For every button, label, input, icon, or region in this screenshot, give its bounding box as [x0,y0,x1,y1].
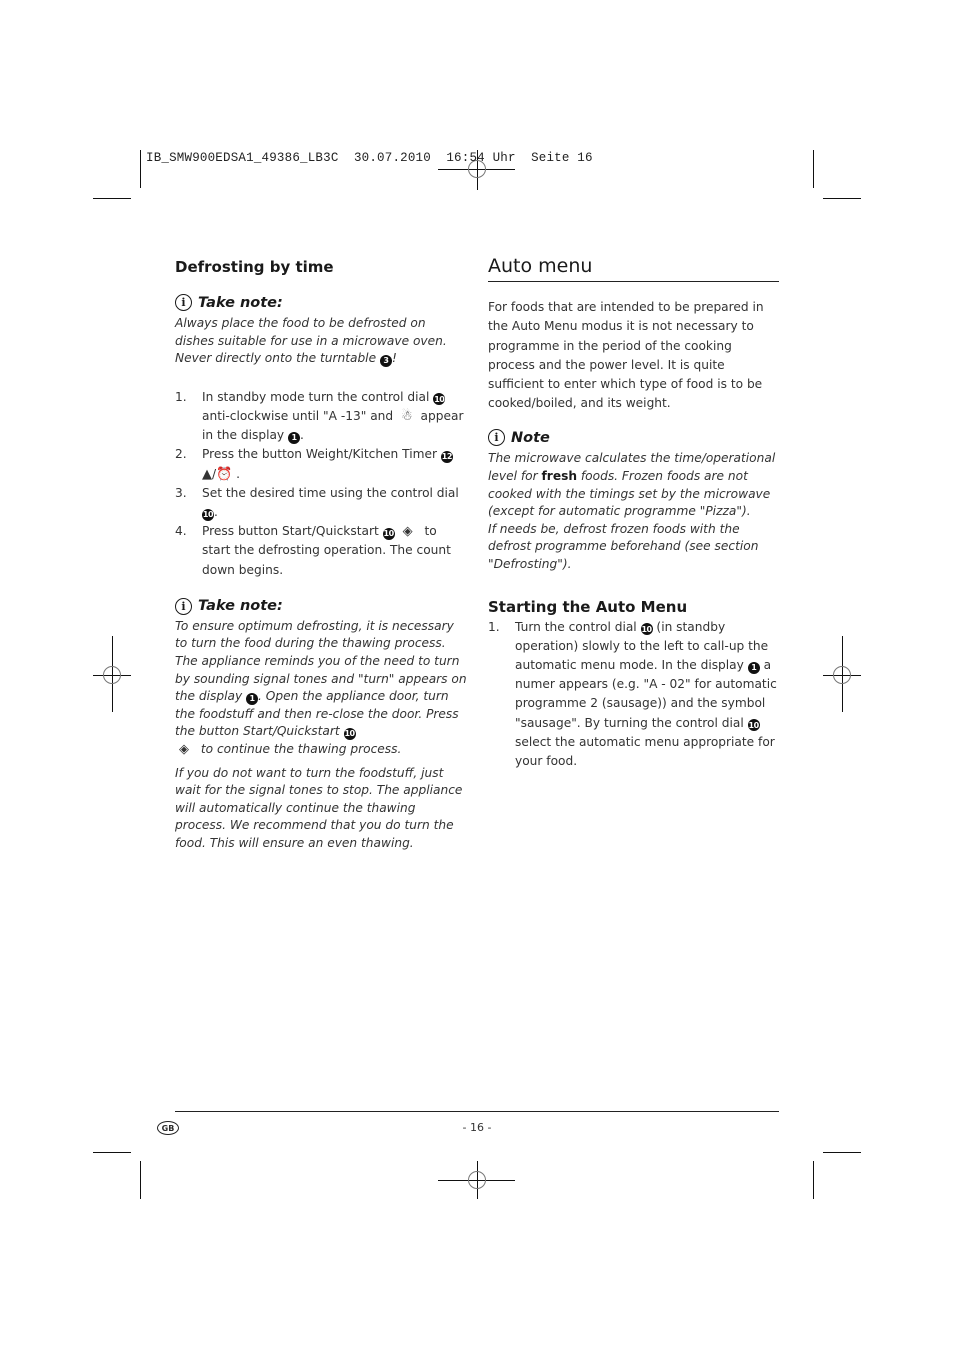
step-text: Set the desired time using the control d… [202,485,459,500]
callout-number: 1 [288,431,301,444]
step-number: 4. [175,524,187,539]
note-text-part: ! [391,351,397,366]
callout-number: 1 [747,661,760,674]
list-item: 1. Turn the control dial 10 (in standby … [488,618,779,772]
callout-number: 10 [433,393,446,406]
note-title: Take note: [198,294,283,311]
slug-date: 30.07.2010 [353,151,431,165]
note-text: If you do not want to turn the foodstuff… [175,765,463,850]
crop-mark [813,1161,814,1199]
info-icon: i [175,597,192,615]
step-text: Turn the control dial [515,619,641,634]
start-quickstart-icon: ◈ [402,524,413,540]
defrost-icon: ☃ [401,408,413,424]
emphasis-fresh: fresh [541,469,578,483]
note-text-part: to continue the thawing process. [197,741,402,756]
note-heading: i Take note: [175,294,467,311]
step-number: 1. [175,389,187,404]
list-item: 1. In standby mode turn the control dial… [175,388,467,446]
note-title: Take note: [198,598,283,615]
kitchen-timer-icon: ⏰ [216,466,233,482]
step-text: anti-clockwise until "A -13" and [202,408,398,423]
callout-number: 12 [440,450,453,463]
list-item: 2. Press the button Weight/Kitchen Timer… [175,445,467,483]
step-number: 2. [175,447,187,462]
callout-number: 10 [202,508,214,521]
registration-mark [103,666,121,684]
crop-mark [823,198,861,199]
callout-number: 3 [379,354,392,367]
crop-mark [140,150,141,188]
registration-mark [833,666,851,684]
crop-mark [813,150,814,188]
step-text: Press the button Weight/Kitchen Timer [202,447,441,462]
crop-mark [140,1161,141,1199]
slug-time: 16:54 Uhr [446,151,516,165]
heading-underline [488,281,779,283]
info-icon: i [175,294,192,311]
section-heading: Defrosting by time [175,258,334,276]
callout-number: 10 [382,527,395,540]
step-number: 3. [175,485,187,500]
note-text: The microwave calculates the time/operat… [488,450,779,573]
left-column: Defrosting by time i Take note: Always p… [175,258,467,853]
callout-number: 10 [640,623,653,636]
country-badge: GB [157,1121,179,1135]
note-heading: i Note [488,429,779,447]
page-heading: Auto menu [488,255,593,277]
note-title: Note [511,429,550,446]
step-text: Press button Start/Quickstart [202,524,383,539]
crop-mark [93,1152,131,1153]
page-number: - 16 - [462,1121,492,1134]
subsection-heading: Starting the Auto Menu [488,597,688,616]
slug-file: IB_SMW900EDSA1_49386_LB3C [146,151,339,165]
weight-icon: ▲ [202,466,212,482]
note-text: Always place the food to be defrosted on… [175,315,467,368]
defrost-steps: 1. In standby mode turn the control dial… [175,388,467,580]
right-column: Auto menu For foods that are intended to… [488,255,779,771]
crop-mark [823,1152,861,1153]
note-text-part: Always place the food to be defrosted on… [175,316,447,366]
auto-menu-steps: 1. Turn the control dial 10 (in standby … [488,618,779,772]
callout-number: 10 [747,719,760,732]
note-heading: i Take note: [175,597,467,615]
registration-mark [468,1171,486,1189]
intro-paragraph: For foods that are intended to be prepar… [488,300,764,411]
callout-number: 1 [246,692,259,705]
step-text: . [300,428,304,443]
step-text: . [232,466,241,481]
footer-rule [175,1111,779,1113]
step-text: In standby mode turn the control dial [202,389,434,404]
info-icon: i [488,429,505,447]
crop-mark [93,198,131,199]
note-text-part: If needs be, defrost frozen foods with t… [488,521,759,571]
callout-number: 10 [343,728,356,741]
slug-page: Seite 16 [531,151,593,165]
note-text: To ensure optimum defrosting, it is nece… [175,618,467,759]
list-item: 4. Press button Start/Quickstart 10 ◈ to … [175,522,467,580]
step-text: . [214,505,218,519]
print-slug: IB_SMW900EDSA1_49386_LB3C 30.07.2010 16:… [146,151,593,165]
step-number: 1. [488,619,500,634]
list-item: 3. Set the desired time using the contro… [175,484,467,522]
start-quickstart-icon: ◈ [179,741,189,757]
step-text: select the automatic menu appropriate fo… [515,734,775,768]
